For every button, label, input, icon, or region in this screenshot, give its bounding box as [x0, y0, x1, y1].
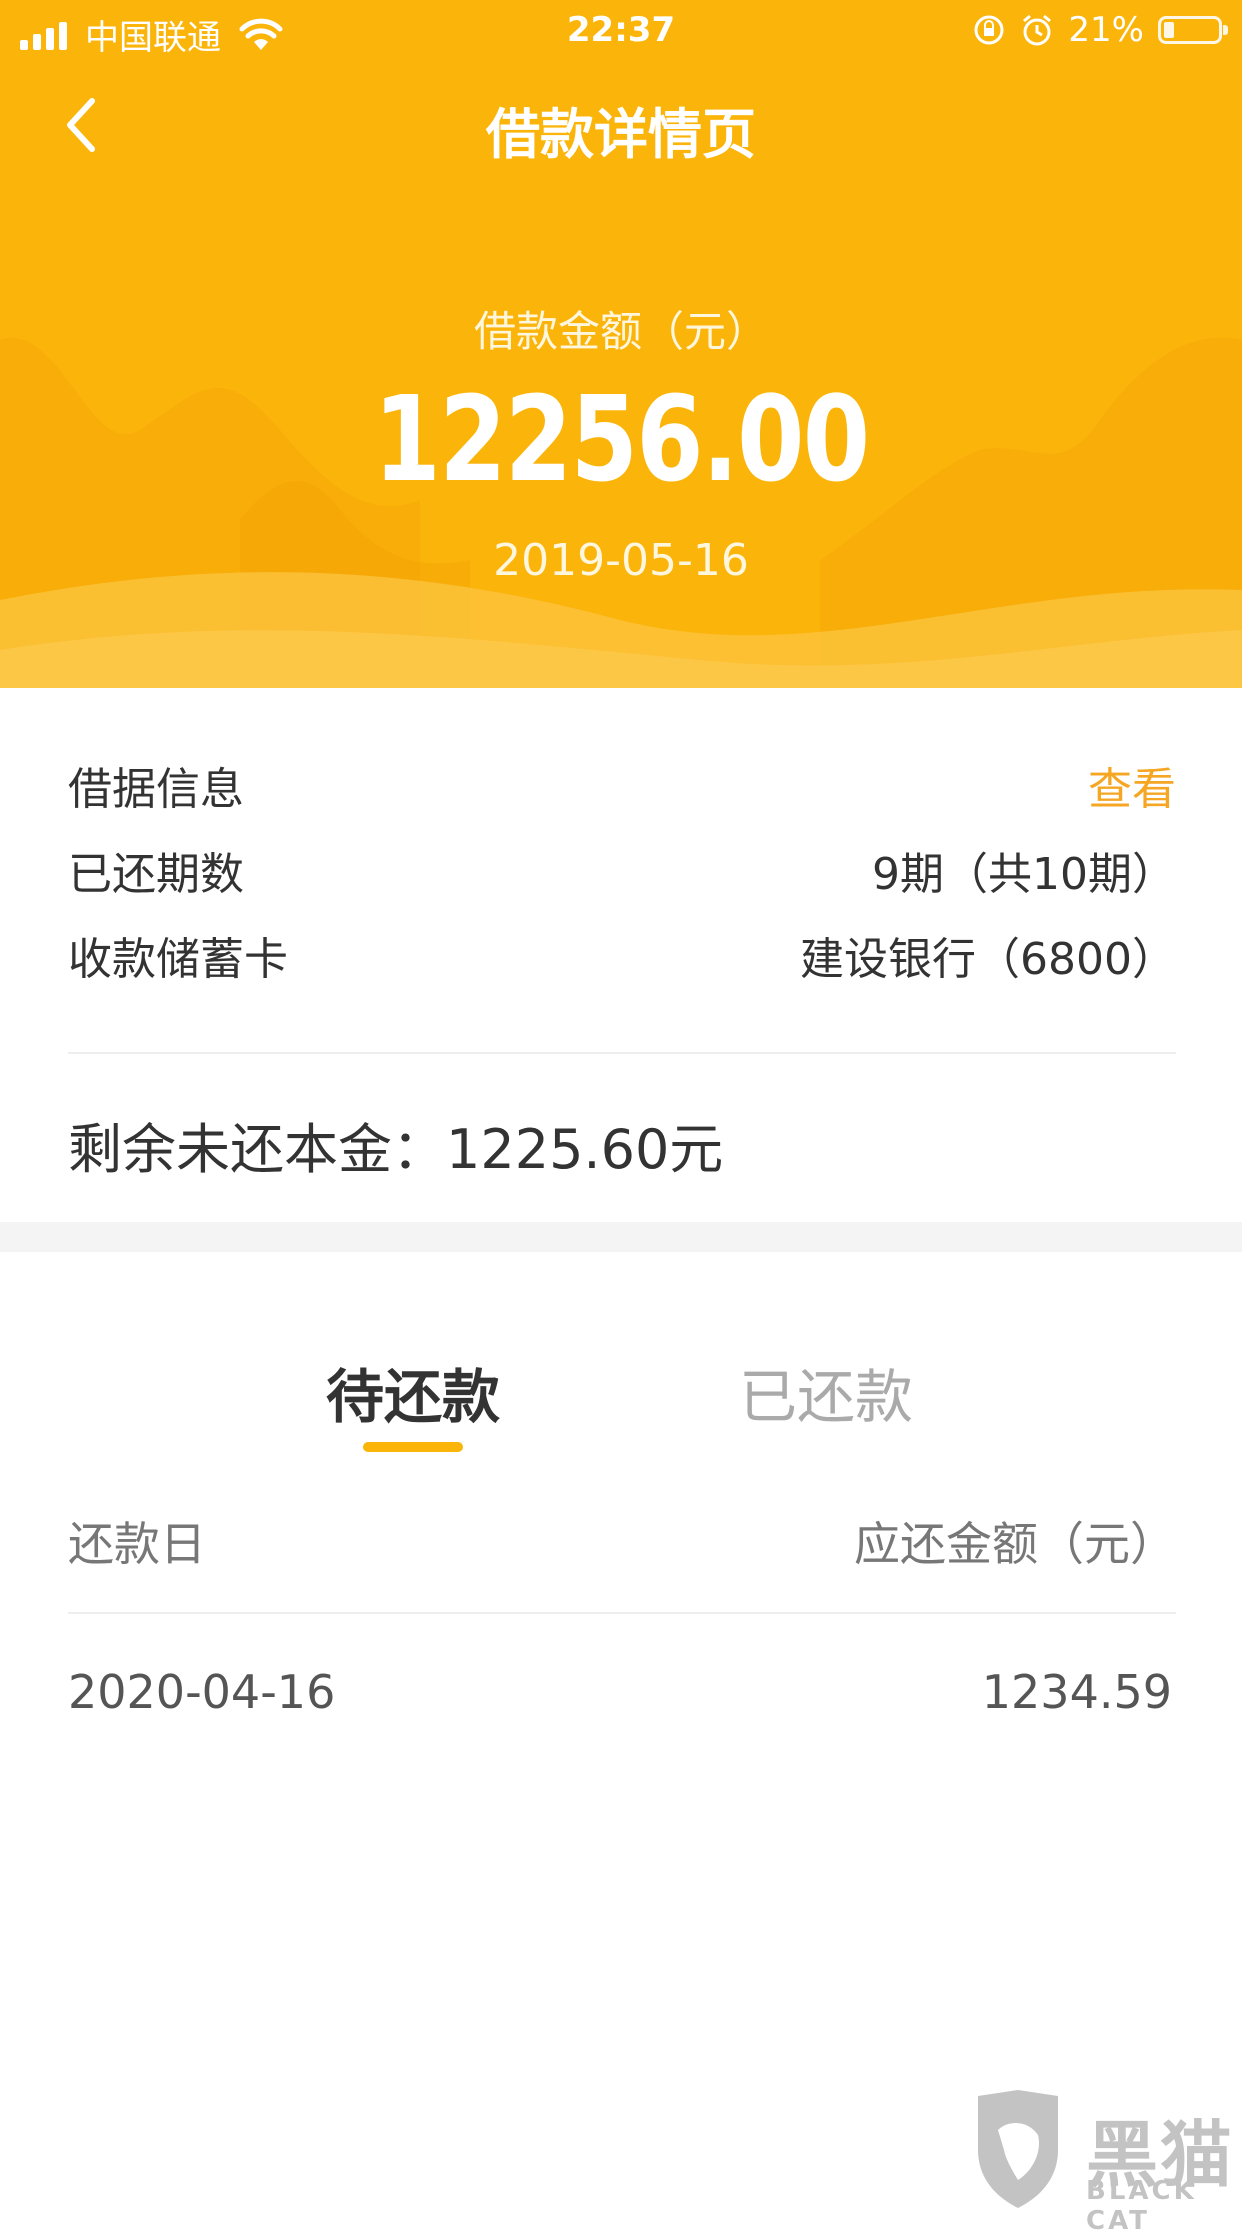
repayment-list-header: 还款日 应还金额（元） — [68, 1508, 1176, 1574]
info-row-loan-receipt: 借据信息 查看 — [68, 755, 1176, 815]
column-header-due-date: 还款日 — [68, 1517, 206, 1571]
loan-amount-value: 12256.00 — [373, 370, 871, 508]
status-bar: 中国联通 22:37 21% — [0, 0, 1242, 62]
info-row-bank-card: 收款储蓄卡 建设银行（6800） — [68, 925, 1176, 985]
battery-icon — [1158, 16, 1228, 44]
info-row-paid-periods: 已还期数 9期（共10期） — [68, 840, 1176, 900]
tab-repaid[interactable]: 已还款 — [676, 1350, 976, 1434]
view-receipt-link[interactable]: 查看 — [1088, 753, 1176, 817]
divider — [68, 1052, 1176, 1054]
table-row[interactable]: 2020-04-16 1234.59 — [68, 1665, 1172, 1719]
due-date: 2020-04-16 — [68, 1665, 336, 1719]
black-cat-logo-icon — [978, 2090, 1058, 2208]
info-label: 收款储蓄卡 — [68, 934, 288, 985]
due-amount: 1234.59 — [981, 1665, 1172, 1719]
divider — [68, 1612, 1176, 1614]
active-tab-indicator — [363, 1442, 463, 1452]
black-cat-watermark: 黑猫 BLACK CAT — [968, 2090, 1238, 2236]
rotation-lock-icon — [974, 15, 1004, 45]
remaining-principal: 剩余未还本金：1225.60元 — [68, 1118, 724, 1181]
info-label: 借据信息 — [68, 764, 244, 815]
info-value: 建设银行（6800） — [800, 934, 1176, 985]
info-value: 9期（共10期） — [872, 849, 1176, 900]
column-header-amount: 应还金额（元） — [854, 1517, 1176, 1571]
loan-amount-label: 借款金额（元） — [473, 307, 768, 356]
loan-date: 2019-05-16 — [493, 535, 749, 586]
loan-summary-header: 中国联通 22:37 21% 借款详情页 借款金额（元） 12256.00 20… — [0, 0, 1242, 688]
info-label: 已还期数 — [68, 849, 244, 900]
tab-pending-repayment[interactable]: 待还款 — [263, 1350, 563, 1434]
battery-percent: 21% — [1068, 10, 1144, 50]
watermark-en: BLACK CAT — [1086, 2176, 1197, 2236]
alarm-icon — [1023, 14, 1052, 46]
section-separator — [0, 1222, 1242, 1252]
page-title: 借款详情页 — [486, 103, 756, 166]
status-right: 21% — [972, 10, 1228, 50]
